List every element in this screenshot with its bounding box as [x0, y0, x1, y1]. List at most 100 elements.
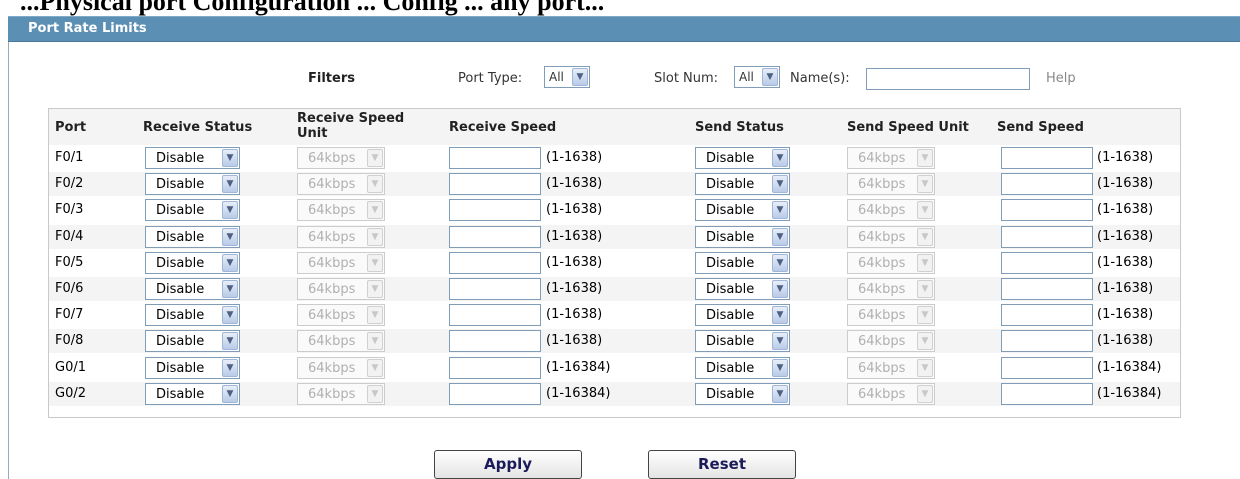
chevron-down-icon: ▼ — [772, 175, 788, 194]
send-speed-input[interactable] — [1001, 382, 1093, 405]
send-speed-input[interactable] — [1001, 278, 1093, 300]
send-status-select[interactable]: Disable ▼ — [695, 199, 790, 222]
send-speed-input[interactable] — [1001, 199, 1093, 222]
receive-speed-input[interactable] — [449, 251, 541, 274]
slot-num-select[interactable]: All ▼ — [734, 66, 780, 88]
chevron-down-icon: ▼ — [367, 306, 383, 325]
send-status-select[interactable]: Disable ▼ — [695, 225, 790, 248]
send-status-select[interactable]: Disable ▼ — [695, 382, 790, 405]
receive-speed-range: (1-1638) — [546, 333, 603, 349]
send-status-select[interactable]: Disable ▼ — [695, 330, 790, 353]
send-speed-input[interactable] — [1001, 173, 1093, 196]
receive-speed-unit-select: 64kbps ▼ — [297, 304, 385, 327]
chevron-down-icon: ▼ — [772, 280, 788, 298]
send-speed-input[interactable] — [1001, 225, 1093, 248]
send-speed-unit-select: 64kbps ▼ — [847, 382, 935, 405]
chevron-down-icon: ▼ — [772, 306, 788, 325]
receive-status-select[interactable]: Disable ▼ — [145, 173, 240, 196]
receive-status-value: Disable — [156, 177, 205, 193]
receive-status-value: Disable — [156, 308, 205, 324]
chevron-down-icon: ▼ — [572, 68, 588, 86]
receive-status-select[interactable]: Disable ▼ — [145, 304, 240, 327]
receive-status-value: Disable — [156, 255, 205, 271]
table-row: F0/6 Disable ▼ 64kbps ▼ (1-1638) Disable ▼ 64kbp… — [49, 277, 1180, 301]
receive-speed-range: (1-16384) — [546, 359, 611, 375]
document-heading: ...Physical port Configuration ... Confi… — [20, 0, 605, 16]
chevron-down-icon: ▼ — [222, 332, 238, 351]
send-status-select[interactable]: Disable ▼ — [695, 278, 790, 300]
send-speed-input[interactable] — [1001, 251, 1093, 274]
port-name: F0/8 — [55, 333, 84, 349]
panel-border — [8, 42, 9, 479]
receive-speed-range: (1-1638) — [546, 202, 603, 218]
send-status-select[interactable]: Disable ▼ — [695, 304, 790, 327]
receive-speed-unit-select: 64kbps ▼ — [297, 356, 385, 379]
chevron-down-icon: ▼ — [772, 201, 788, 220]
send-status-select[interactable]: Disable ▼ — [695, 251, 790, 274]
send-status-value: Disable — [706, 308, 755, 324]
send-speed-input[interactable] — [1001, 356, 1093, 379]
receive-speed-input[interactable] — [449, 330, 541, 353]
receive-speed-input[interactable] — [449, 304, 541, 327]
port-type-value: All — [549, 70, 564, 84]
send-speed-input[interactable] — [1001, 304, 1093, 327]
receive-status-value: Disable — [156, 334, 205, 350]
send-speed-unit-select: 64kbps ▼ — [847, 330, 935, 353]
apply-button[interactable]: Apply — [434, 450, 582, 479]
send-speed-range: (1-1638) — [1097, 176, 1154, 192]
col-header-send-speed-unit: Send Speed Unit — [847, 120, 969, 135]
chevron-down-icon: ▼ — [367, 358, 383, 377]
send-status-value: Disable — [706, 334, 755, 350]
table-row: F0/2 Disable ▼ 64kbps ▼ (1-1638) Disable ▼ 64kbp… — [49, 172, 1180, 197]
table-header: Port Receive Status Receive Speed Unit R… — [49, 109, 1180, 145]
receive-speed-input[interactable] — [449, 382, 541, 405]
receive-status-value: Disable — [156, 203, 205, 219]
receive-speed-input[interactable] — [449, 225, 541, 248]
help-link[interactable]: Help — [1046, 71, 1076, 86]
chevron-down-icon: ▼ — [917, 332, 933, 351]
filters-label: Filters — [308, 71, 355, 86]
receive-status-select[interactable]: Disable ▼ — [145, 225, 240, 248]
receive-status-select[interactable]: Disable ▼ — [145, 330, 240, 353]
receive-speed-input[interactable] — [449, 199, 541, 222]
send-speed-unit-select: 64kbps ▼ — [847, 304, 935, 327]
table-row: F0/3 Disable ▼ 64kbps ▼ (1-1638) Disable ▼ 64kbp… — [49, 198, 1180, 222]
receive-speed-input[interactable] — [449, 147, 541, 169]
receive-speed-input[interactable] — [449, 278, 541, 300]
send-speed-range: (1-1638) — [1097, 307, 1154, 323]
port-name: F0/3 — [55, 202, 84, 218]
send-speed-input[interactable] — [1001, 330, 1093, 353]
receive-speed-input[interactable] — [449, 173, 541, 196]
receive-status-select[interactable]: Disable ▼ — [145, 356, 240, 379]
receive-status-select[interactable]: Disable ▼ — [145, 199, 240, 222]
receive-speed-unit-value: 64kbps — [308, 177, 356, 193]
table-row: F0/1 Disable ▼ 64kbps ▼ (1-1638) Disable ▼ 64kbp… — [49, 146, 1180, 170]
col-header-receive-speed: Receive Speed — [449, 120, 557, 135]
receive-speed-input[interactable] — [449, 356, 541, 379]
send-status-select[interactable]: Disable ▼ — [695, 356, 790, 379]
receive-speed-unit-value: 64kbps — [308, 229, 356, 245]
chevron-down-icon: ▼ — [367, 280, 383, 298]
send-speed-unit-value: 64kbps — [858, 229, 906, 245]
receive-speed-unit-select: 64kbps ▼ — [297, 173, 385, 196]
chevron-down-icon: ▼ — [222, 227, 238, 246]
send-status-select[interactable]: Disable ▼ — [695, 173, 790, 196]
chevron-down-icon: ▼ — [222, 175, 238, 194]
receive-status-select[interactable]: Disable ▼ — [145, 278, 240, 300]
chevron-down-icon: ▼ — [917, 253, 933, 272]
panel-title: Port Rate Limits — [28, 21, 147, 36]
receive-speed-range: (1-1638) — [546, 176, 603, 192]
chevron-down-icon: ▼ — [222, 306, 238, 325]
reset-button[interactable]: Reset — [648, 450, 796, 479]
receive-status-select[interactable]: Disable ▼ — [145, 147, 240, 169]
send-status-select[interactable]: Disable ▼ — [695, 147, 790, 169]
send-status-value: Disable — [706, 282, 755, 297]
send-speed-input[interactable] — [1001, 147, 1093, 169]
receive-status-select[interactable]: Disable ▼ — [145, 251, 240, 274]
port-type-select[interactable]: All ▼ — [544, 66, 590, 88]
receive-status-select[interactable]: Disable ▼ — [145, 382, 240, 405]
names-input[interactable] — [866, 68, 1030, 90]
chevron-down-icon: ▼ — [917, 280, 933, 298]
send-speed-range: (1-1638) — [1097, 202, 1154, 218]
receive-speed-unit-select: 64kbps ▼ — [297, 278, 385, 300]
